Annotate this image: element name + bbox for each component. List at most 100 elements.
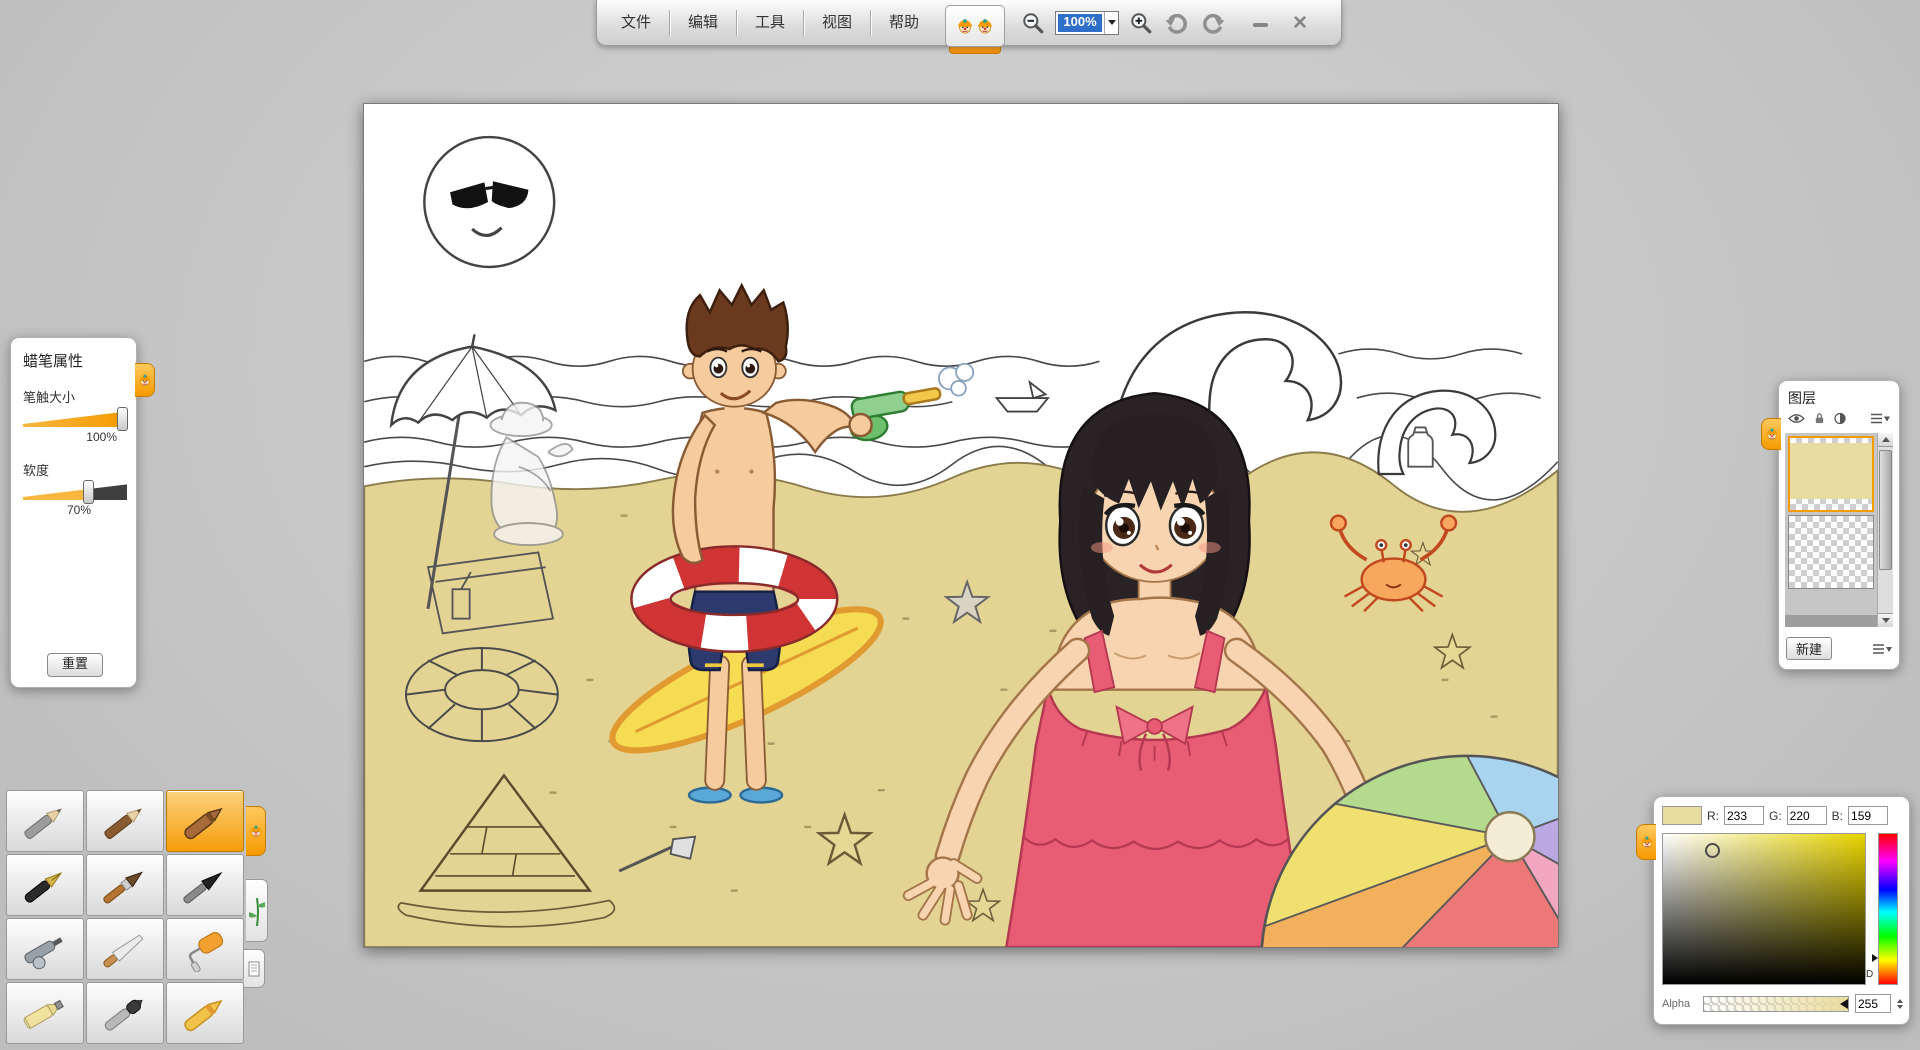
alpha-slider-marker[interactable]	[1840, 999, 1848, 1009]
divider	[870, 10, 871, 36]
tool-airbrush[interactable]	[6, 918, 84, 980]
layers-panel: 图层 新建	[1778, 380, 1900, 670]
clown-icon	[956, 17, 974, 35]
plant-icon	[249, 894, 265, 928]
color-panel-tab[interactable]	[1636, 824, 1656, 860]
g-label: G:	[1769, 809, 1782, 823]
layer-item-2[interactable]	[1788, 515, 1874, 589]
softness-slider[interactable]	[23, 483, 127, 500]
minimize-button[interactable]	[1247, 14, 1273, 32]
sun-with-sunglasses	[424, 137, 554, 267]
palette-clown-tab[interactable]	[246, 806, 266, 856]
zoom-dropdown-arrow[interactable]	[1104, 12, 1118, 34]
menu-help[interactable]: 帮助	[875, 1, 933, 45]
tool-ink-brush[interactable]	[166, 854, 244, 916]
scrollbar-thumb[interactable]	[1879, 450, 1892, 570]
new-layer-button[interactable]: 新建	[1786, 637, 1832, 660]
menu-edit[interactable]: 编辑	[674, 1, 732, 45]
divider	[736, 10, 737, 36]
scroll-up-button[interactable]	[1878, 433, 1893, 447]
layers-options-icon[interactable]	[1872, 643, 1892, 655]
layer-visibility-icon[interactable]	[1788, 412, 1805, 425]
menu-view[interactable]: 视图	[808, 1, 866, 45]
tool-fountain-pen[interactable]	[6, 854, 84, 916]
close-button[interactable]: ×	[1287, 3, 1313, 43]
g-input[interactable]	[1787, 806, 1827, 825]
palette-page-tab[interactable]	[244, 949, 265, 988]
brush-size-label: 笔触大小	[11, 371, 136, 410]
zoom-level-select[interactable]: 100%	[1055, 11, 1119, 35]
clown-icon	[1765, 427, 1779, 441]
crayon-panel-tab[interactable]	[135, 363, 155, 397]
sv-picker-indicator[interactable]	[1705, 843, 1720, 858]
alpha-label: Alpha	[1662, 998, 1697, 1010]
hue-slider[interactable]	[1878, 833, 1898, 985]
tool-crayon[interactable]	[166, 790, 244, 852]
saturation-value-picker[interactable]	[1662, 833, 1866, 985]
color-picker-panel: R: G: B: D Alpha	[1653, 796, 1910, 1025]
r-input[interactable]	[1724, 806, 1764, 825]
layer-1-content	[1790, 443, 1872, 499]
current-color-swatch	[1662, 806, 1702, 825]
d-label: D	[1866, 969, 1873, 980]
app-logo-button[interactable]	[945, 5, 1005, 47]
clown-icon	[976, 17, 994, 35]
zoom-in-icon[interactable]	[1129, 11, 1153, 35]
top-toolbar: 文件 编辑 工具 视图 帮助 100% ×	[596, 0, 1342, 46]
b-label: B:	[1832, 809, 1843, 823]
alpha-gradient	[1704, 997, 1848, 1011]
menu-file[interactable]: 文件	[607, 1, 665, 45]
divider	[669, 10, 670, 36]
brush-size-slider[interactable]	[23, 410, 127, 427]
page-icon	[248, 961, 260, 977]
minimize-icon	[1253, 23, 1268, 27]
alpha-slider[interactable]	[1703, 996, 1849, 1012]
tool-paint-tube[interactable]	[6, 982, 84, 1044]
layers-panel-tab[interactable]	[1761, 418, 1781, 450]
tool-paint-roller[interactable]	[166, 918, 244, 980]
palette-nature-tab[interactable]	[246, 879, 268, 942]
layer-menu-icon[interactable]	[1870, 412, 1890, 425]
hue-slider-marker[interactable]	[1872, 954, 1878, 962]
clown-tab	[949, 39, 1001, 54]
tool-pencil[interactable]	[6, 790, 84, 852]
softness-value: 70%	[11, 503, 91, 517]
zoom-level-value: 100%	[1058, 14, 1102, 32]
tool-paintbrush[interactable]	[86, 854, 164, 916]
scroll-down-button[interactable]	[1878, 613, 1893, 627]
layers-panel-title: 图层	[1779, 381, 1899, 410]
zoom-out-icon[interactable]	[1021, 11, 1045, 35]
undo-icon[interactable]	[1165, 11, 1189, 35]
b-input[interactable]	[1848, 806, 1888, 825]
layer-blend-icon[interactable]	[1834, 412, 1846, 425]
alpha-spinner[interactable]	[1897, 999, 1903, 1009]
brush-size-slider-knob[interactable]	[117, 407, 128, 431]
layer-item-1[interactable]	[1788, 436, 1874, 512]
softness-slider-fill	[23, 483, 127, 500]
clown-icon	[138, 373, 152, 387]
softness-label: 软度	[11, 444, 136, 483]
redo-icon[interactable]	[1201, 11, 1225, 35]
boy-hand	[849, 414, 871, 436]
tool-palette-knife[interactable]	[86, 918, 164, 980]
clown-icon	[249, 824, 263, 838]
alpha-input[interactable]	[1855, 994, 1891, 1013]
brush-size-value: 100%	[11, 430, 117, 444]
reset-button[interactable]: 重置	[47, 653, 103, 677]
tool-colored-pencil[interactable]	[86, 790, 164, 852]
softness-slider-knob[interactable]	[83, 480, 94, 504]
layers-scrollbar[interactable]	[1877, 433, 1893, 627]
layer-list	[1785, 433, 1893, 627]
divider	[803, 10, 804, 36]
tool-marker[interactable]	[86, 982, 164, 1044]
clown-icon	[1640, 835, 1654, 849]
tool-palette	[6, 790, 246, 1044]
tool-wax-crayon[interactable]	[166, 982, 244, 1044]
menu-tools[interactable]: 工具	[741, 1, 799, 45]
canvas-artwork[interactable]	[364, 104, 1558, 947]
brush-size-slider-fill	[23, 410, 127, 427]
drawing-canvas[interactable]	[363, 103, 1559, 948]
layer-lock-icon[interactable]	[1814, 412, 1825, 425]
crayon-panel-title: 蜡笔属性	[11, 338, 136, 371]
crayon-properties-panel: 蜡笔属性 笔触大小 100% 软度 70% 重置	[10, 337, 137, 688]
